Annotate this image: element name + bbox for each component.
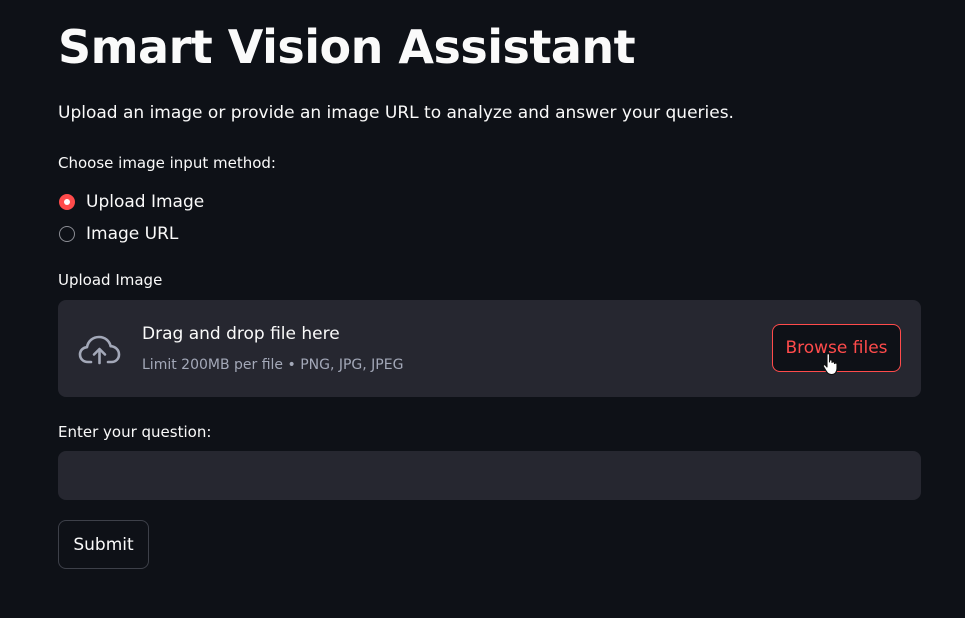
radio-option-image-url[interactable]: Image URL bbox=[58, 219, 204, 249]
question-label: Enter your question: bbox=[58, 423, 212, 441]
dropzone-limits: Limit 200MB per file • PNG, JPG, JPEG bbox=[142, 357, 404, 373]
question-input[interactable] bbox=[58, 451, 921, 500]
input-method-label: Choose image input method: bbox=[58, 154, 276, 172]
radio-option-label: Image URL bbox=[86, 224, 179, 244]
hand-pointer-cursor-icon bbox=[822, 352, 840, 380]
page-subtitle: Upload an image or provide an image URL … bbox=[58, 103, 734, 123]
radio-selected-icon[interactable] bbox=[59, 194, 75, 210]
upload-image-label: Upload Image bbox=[58, 271, 163, 289]
page-title: Smart Vision Assistant bbox=[58, 20, 636, 74]
radio-option-label: Upload Image bbox=[86, 192, 205, 212]
dropzone-instructions: Drag and drop file here bbox=[142, 324, 340, 344]
cloud-upload-icon bbox=[77, 332, 125, 370]
app-page: Smart Vision Assistant Upload an image o… bbox=[0, 0, 965, 618]
radio-unselected-icon[interactable] bbox=[59, 226, 75, 242]
radio-option-upload-image[interactable]: Upload Image bbox=[58, 187, 204, 217]
input-method-radio-group: Upload Image Image URL bbox=[58, 187, 204, 251]
file-dropzone[interactable]: Drag and drop file here Limit 200MB per … bbox=[58, 300, 921, 397]
submit-button[interactable]: Submit bbox=[58, 520, 149, 569]
